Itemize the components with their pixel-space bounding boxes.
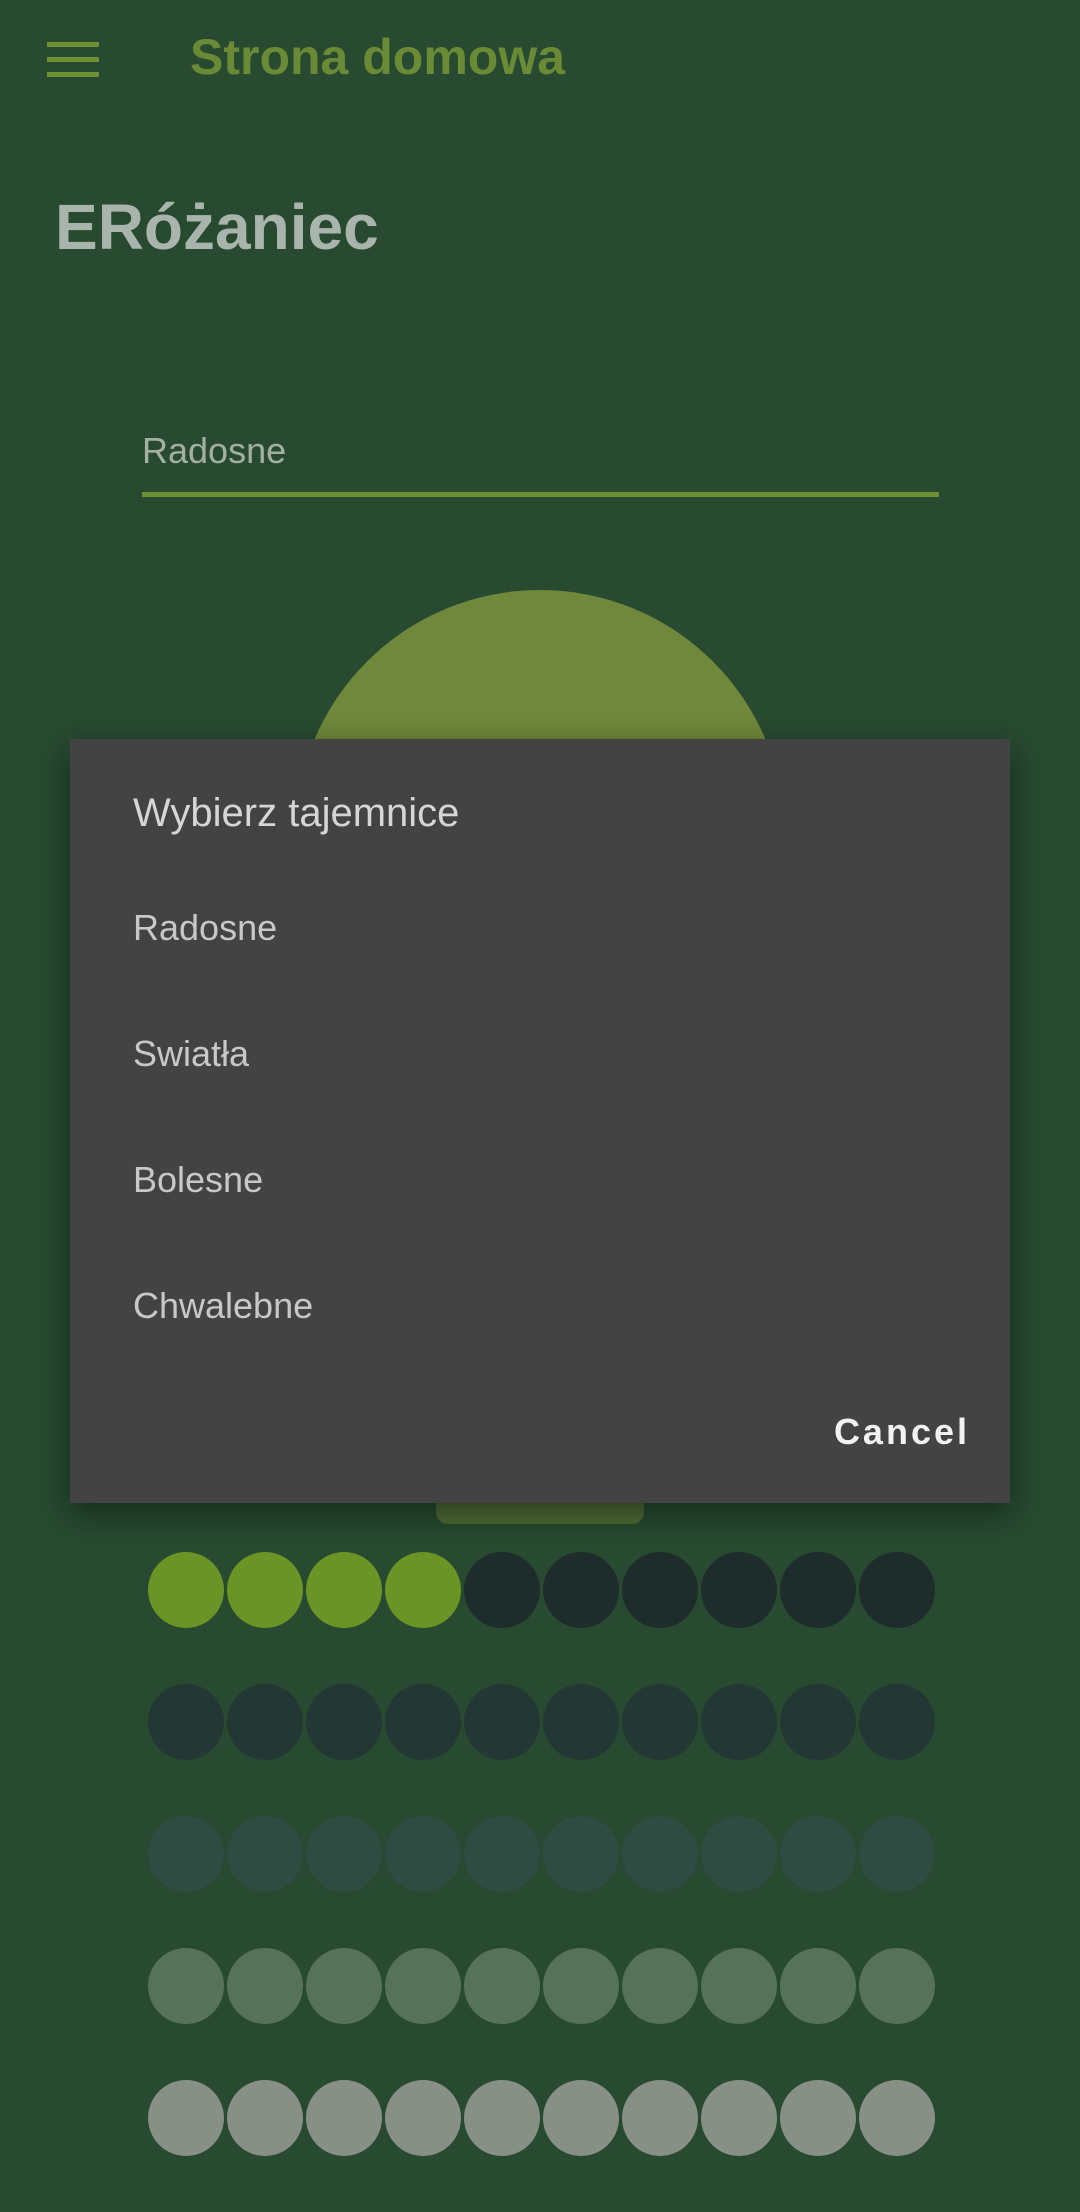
bead-grid — [148, 1552, 938, 2212]
bead[interactable] — [464, 1552, 540, 1628]
bead[interactable] — [227, 2080, 303, 2156]
bead[interactable] — [701, 1552, 777, 1628]
dialog-option-radosne[interactable]: Radosne — [133, 907, 277, 949]
bead[interactable] — [148, 1684, 224, 1760]
bead[interactable] — [464, 1684, 540, 1760]
bead[interactable] — [543, 1552, 619, 1628]
bead-completed[interactable] — [227, 1552, 303, 1628]
bead[interactable] — [543, 1684, 619, 1760]
mystery-select[interactable]: Radosne — [142, 420, 939, 497]
dialog-option-swiatla[interactable]: Swiatła — [133, 1033, 249, 1075]
dialog-option-bolesne[interactable]: Bolesne — [133, 1159, 263, 1201]
bead[interactable] — [780, 1816, 856, 1892]
dialog-option-chwalebne[interactable]: Chwalebne — [133, 1285, 313, 1327]
bead[interactable] — [859, 1552, 935, 1628]
bead[interactable] — [543, 1948, 619, 2024]
hamburger-menu-icon — [47, 42, 99, 77]
bead[interactable] — [464, 1948, 540, 2024]
mystery-picker-dialog: Wybierz tajemnice Radosne Swiatła Bolesn… — [70, 739, 1010, 1503]
dialog-title: Wybierz tajemnice — [133, 791, 460, 835]
bead[interactable] — [148, 2080, 224, 2156]
cancel-button[interactable]: Cancel — [834, 1411, 970, 1453]
bead[interactable] — [227, 1684, 303, 1760]
bead-completed[interactable] — [148, 1552, 224, 1628]
bead[interactable] — [464, 2080, 540, 2156]
bead[interactable] — [622, 1816, 698, 1892]
bead[interactable] — [306, 1948, 382, 2024]
bead[interactable] — [701, 2080, 777, 2156]
bead[interactable] — [227, 1948, 303, 2024]
bead[interactable] — [148, 1948, 224, 2024]
bead-row — [148, 1816, 938, 1892]
app-bar: Strona domowa — [0, 0, 1080, 120]
bead[interactable] — [622, 1552, 698, 1628]
bead[interactable] — [780, 1684, 856, 1760]
bead[interactable] — [622, 1684, 698, 1760]
bead[interactable] — [385, 2080, 461, 2156]
bead[interactable] — [385, 1684, 461, 1760]
bead[interactable] — [859, 2080, 935, 2156]
bead-row — [148, 2080, 938, 2156]
bead[interactable] — [306, 1684, 382, 1760]
mystery-select-value: Radosne — [142, 430, 287, 471]
bead-completed[interactable] — [385, 1552, 461, 1628]
bead[interactable] — [701, 1684, 777, 1760]
bead-row — [148, 1948, 938, 2024]
bead[interactable] — [306, 1816, 382, 1892]
bead[interactable] — [227, 1816, 303, 1892]
menu-button[interactable] — [30, 22, 116, 98]
bead[interactable] — [701, 1948, 777, 2024]
bead[interactable] — [622, 2080, 698, 2156]
bead[interactable] — [780, 1948, 856, 2024]
bead[interactable] — [859, 1684, 935, 1760]
bead[interactable] — [622, 1948, 698, 2024]
bead-row — [148, 1684, 938, 1760]
bead[interactable] — [780, 1552, 856, 1628]
appbar-title: Strona domowa — [190, 29, 566, 85]
bead[interactable] — [780, 2080, 856, 2156]
bead[interactable] — [385, 1816, 461, 1892]
bead-row — [148, 1552, 938, 1628]
bead-completed[interactable] — [306, 1552, 382, 1628]
page-title: ERóżaniec — [55, 191, 379, 263]
bead[interactable] — [543, 1816, 619, 1892]
bead[interactable] — [306, 2080, 382, 2156]
bead[interactable] — [148, 1816, 224, 1892]
bead[interactable] — [385, 1948, 461, 2024]
bead[interactable] — [701, 1816, 777, 1892]
bead[interactable] — [543, 2080, 619, 2156]
bead[interactable] — [859, 1948, 935, 2024]
bead[interactable] — [859, 1816, 935, 1892]
bead[interactable] — [464, 1816, 540, 1892]
